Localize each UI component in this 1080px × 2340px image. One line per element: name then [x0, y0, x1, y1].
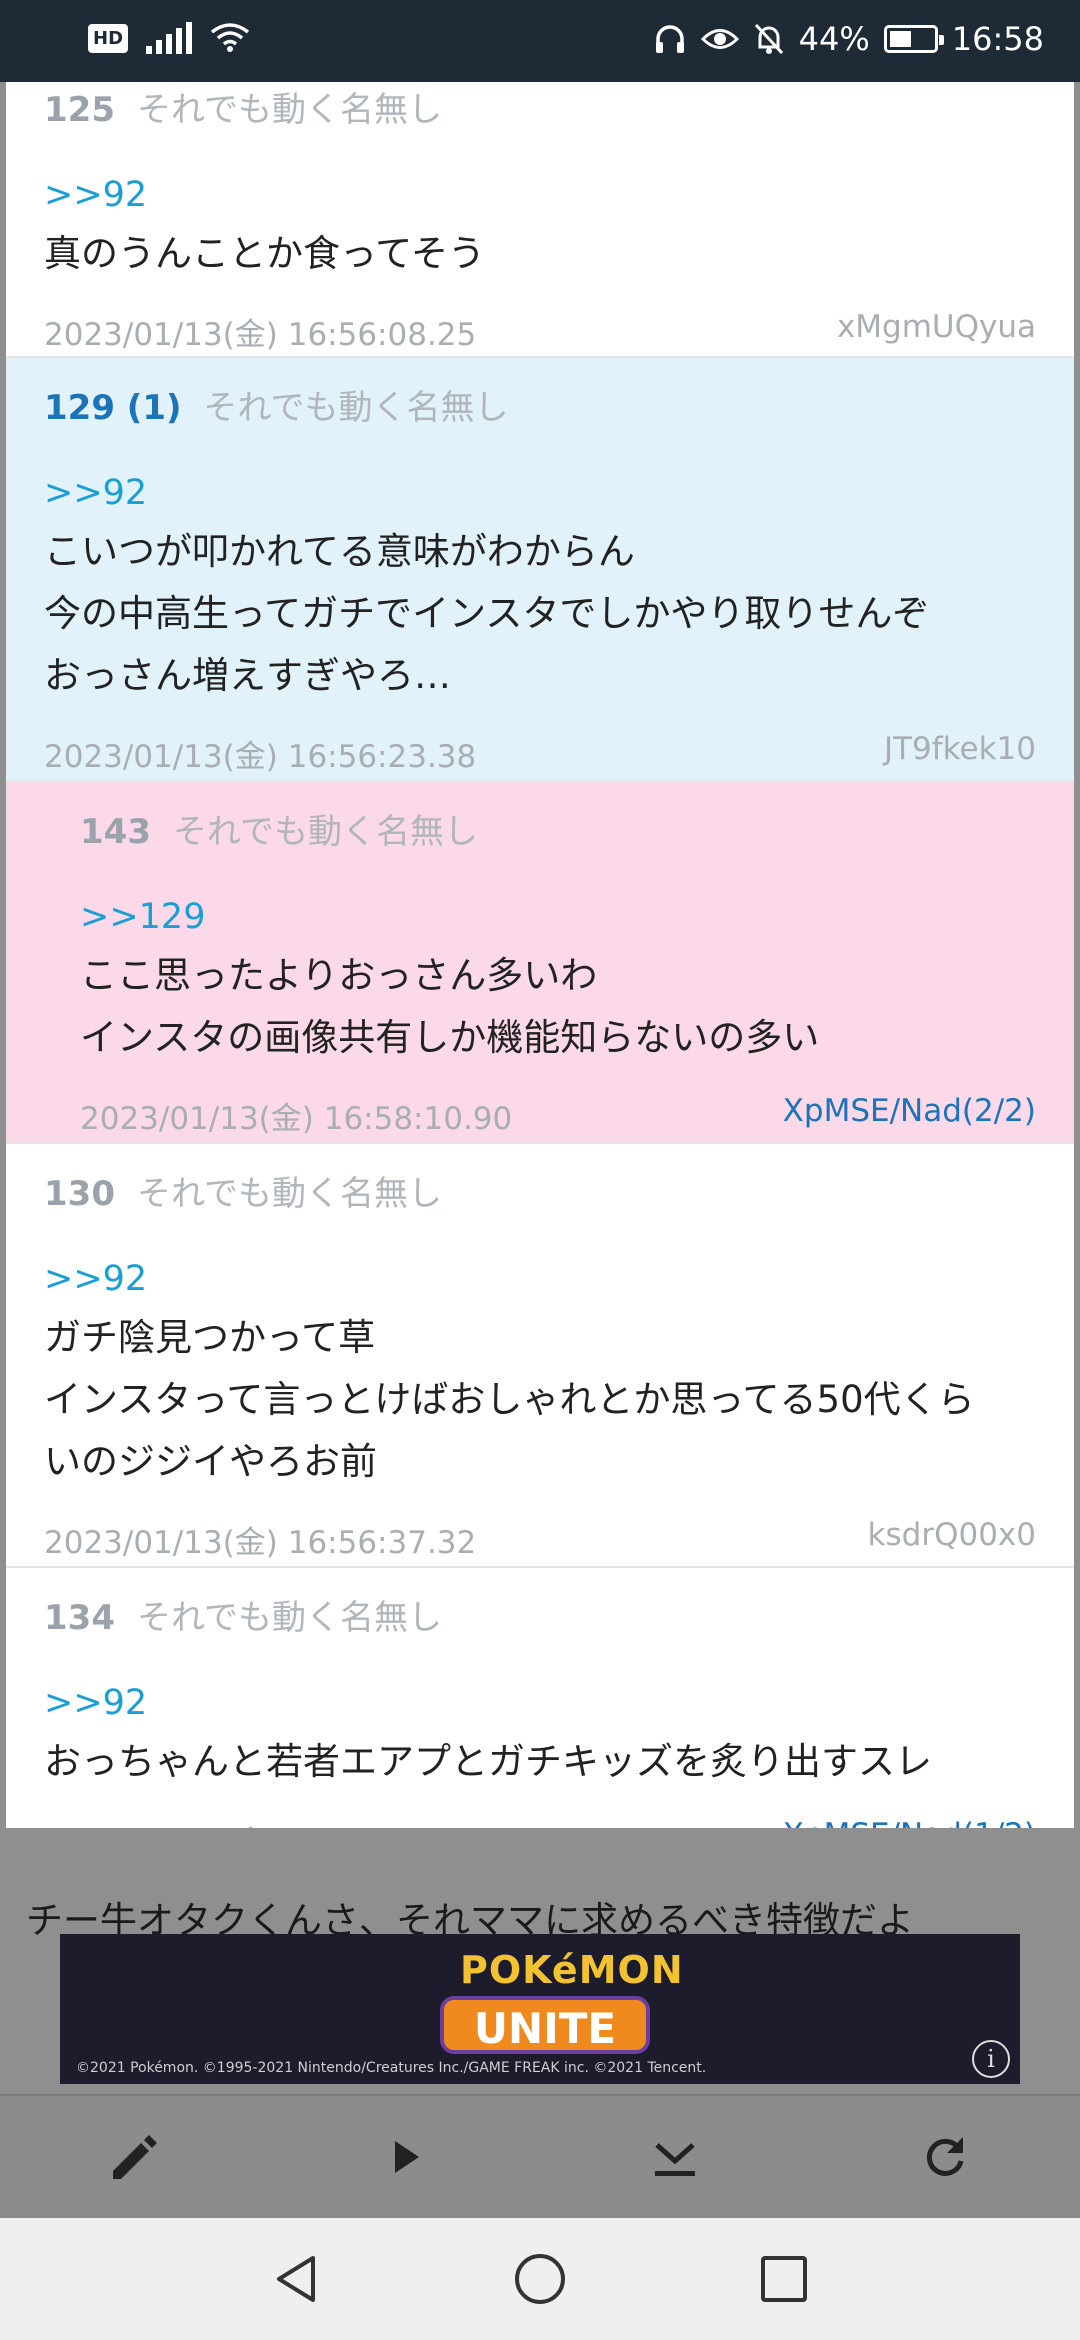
post-date: 2023/01/13(金) 16:56:23.38 — [44, 739, 477, 775]
post-name: それでも動く名無し — [136, 1598, 442, 1638]
compose-button[interactable] — [95, 2117, 175, 2197]
hd-badge: HD — [88, 23, 129, 53]
battery-icon — [883, 25, 944, 53]
post-body: おっちゃんと若者エアプとガチキッズを炙り出すスレ — [44, 1740, 932, 1783]
wifi-icon — [210, 23, 250, 52]
post[interactable]: 143 それでも動く名無し >>129 ここ思ったよりおっさん多いわ インスタの画… — [6, 782, 1074, 1144]
post-date: 2023/01/13(金) 16:57:17.02 — [44, 1817, 476, 1828]
clock: 16:58 — [951, 20, 1044, 58]
mute-bell-icon — [754, 23, 783, 55]
bottom-toolbar — [0, 2094, 1080, 2218]
eye-icon — [700, 29, 739, 49]
refresh-icon — [926, 2137, 964, 2176]
battery-percent: 44% — [798, 20, 870, 58]
info-icon[interactable]: i — [972, 2040, 1010, 2078]
status-bar: HD 44% 16:58 — [0, 0, 1080, 82]
reply-link[interactable]: >>92 — [44, 1259, 1036, 1299]
refresh-button[interactable] — [905, 2117, 985, 2197]
scroll-bottom-button[interactable] — [635, 2117, 715, 2197]
post-id[interactable]: XpMSE/Nad(2/2) — [783, 1093, 1036, 1138]
ad-logo-top: POKéMON — [460, 1948, 684, 1992]
ad-banner[interactable]: POKéMON UNITE ©2021 Pokémon. ©1995-2021 … — [60, 1934, 1020, 2084]
post-name: それでも動く名無し — [172, 812, 478, 852]
post-date: 2023/01/13(金) 16:56:08.25 — [44, 317, 477, 353]
ad-logo-main: UNITE — [440, 1996, 650, 2054]
home-icon[interactable] — [513, 2252, 567, 2306]
post[interactable]: 134 それでも動く名無し >>92 おっちゃんと若者エアプとガチキッズを炙り出す… — [6, 1568, 1074, 1828]
post-number[interactable]: 129 (1) — [44, 388, 182, 428]
back-icon[interactable] — [269, 2252, 323, 2306]
post[interactable]: 129 (1) それでも動く名無し >>92 こいつが叩かれてる意味がわからん 今… — [6, 358, 1074, 782]
post-body: ガチ陰見つかって草 インスタって言っとけばおしゃれとか思ってる50代くら いのジ… — [44, 1316, 975, 1483]
reply-link[interactable]: >>92 — [44, 473, 1036, 513]
post[interactable]: 125 それでも動く名無し >>92 真のうんことか食ってそう 2023/01/1… — [6, 82, 1074, 358]
post-number[interactable]: 125 — [44, 90, 115, 130]
signal-icon — [146, 22, 193, 54]
play-icon — [395, 2141, 419, 2173]
post-name: それでも動く名無し — [136, 1174, 442, 1214]
navigation-bar — [0, 2218, 1080, 2340]
post-name: それでも動く名無し — [136, 90, 442, 130]
post-number[interactable]: 143 — [80, 812, 151, 852]
reply-link[interactable]: >>129 — [80, 897, 1036, 937]
post-date: 2023/01/13(金) 16:58:10.90 — [80, 1101, 513, 1137]
post-date: 2023/01/13(金) 16:56:37.32 — [44, 1525, 477, 1561]
post-number[interactable]: 134 — [44, 1598, 115, 1638]
reply-link[interactable]: >>92 — [44, 1683, 1036, 1723]
reply-link[interactable]: >>92 — [44, 175, 1036, 215]
pencil-icon — [113, 2135, 157, 2179]
post-id[interactable]: XpMSE/Nad(1/2) — [783, 1817, 1036, 1828]
reply-popup[interactable]: 125 それでも動く名無し >>92 真のうんことか食ってそう 2023/01/1… — [6, 82, 1074, 1828]
ad-copyright: ©2021 Pokémon. ©1995-2021 Nintendo/Creat… — [76, 2060, 707, 2076]
post-id[interactable]: xMgmUQyua — [837, 309, 1036, 354]
download-icon — [655, 2143, 695, 2176]
post-name: それでも動く名無し — [203, 388, 509, 428]
post[interactable]: 130 それでも動く名無し >>92 ガチ陰見つかって草 インスタって言っとけばお… — [6, 1144, 1074, 1568]
headphones-icon — [655, 25, 684, 53]
post-number[interactable]: 130 — [44, 1174, 115, 1214]
post-body: 真のうんことか食ってそう — [44, 232, 486, 275]
recents-icon[interactable] — [757, 2252, 811, 2306]
post-id[interactable]: JT9fkek10 — [884, 731, 1036, 776]
post-id[interactable]: ksdrQ00x0 — [868, 1517, 1036, 1562]
post-body: こいつが叩かれてる意味がわからん 今の中高生ってガチでインスタでしかやり取りせん… — [44, 530, 930, 697]
play-button[interactable] — [365, 2117, 445, 2197]
post-body: ここ思ったよりおっさん多いわ インスタの画像共有しか機能知らないの多い — [80, 954, 820, 1059]
